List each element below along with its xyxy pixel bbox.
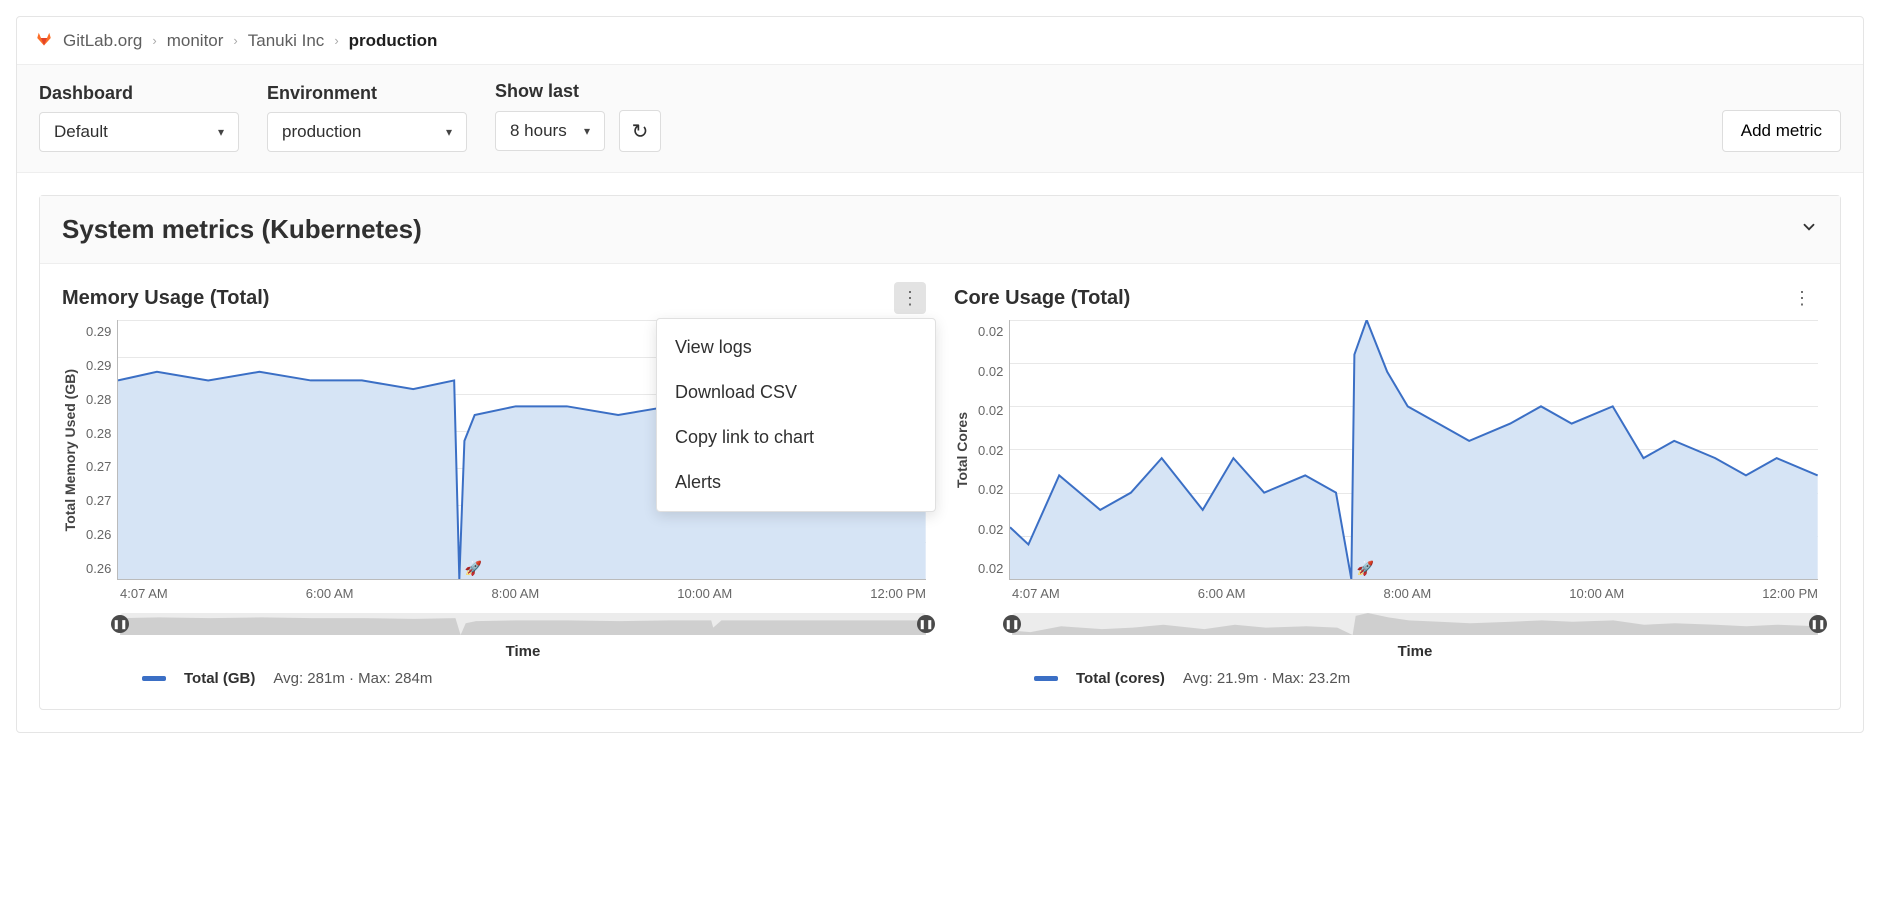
brush-handle-right[interactable]: ❚❚ — [917, 615, 935, 633]
dashboard-select[interactable]: Default ▾ — [39, 112, 239, 152]
panel-header[interactable]: System metrics (Kubernetes) — [40, 196, 1840, 264]
add-metric-button[interactable]: Add metric — [1722, 110, 1841, 152]
dashboard-select-value: Default — [54, 122, 108, 142]
showlast-select-value: 8 hours — [510, 121, 567, 141]
chart-legend: Total (GB) Avg: 281m · Max: 284m — [62, 660, 926, 687]
chevron-down-icon: ▾ — [446, 125, 452, 139]
chart-plot-area[interactable]: 🚀 — [1009, 320, 1818, 580]
x-axis-ticks: 4:07 AM6:00 AM8:00 AM10:00 AM12:00 PM — [62, 580, 926, 601]
legend-series-name: Total (GB) — [184, 670, 255, 687]
chart-title: Memory Usage (Total) — [62, 287, 269, 310]
dropdown-item[interactable]: Copy link to chart — [657, 415, 935, 460]
x-axis-label: Time — [62, 643, 926, 660]
refresh-button[interactable]: ↻ — [619, 110, 661, 152]
app-frame: GitLab.org › monitor › Tanuki Inc › prod… — [16, 16, 1864, 733]
chart-menu-button[interactable]: ⋮ — [1786, 282, 1818, 314]
breadcrumb: GitLab.org › monitor › Tanuki Inc › prod… — [17, 17, 1863, 65]
environment-select[interactable]: production ▾ — [267, 112, 467, 152]
toolbar: Dashboard Default ▾ Environment producti… — [17, 65, 1863, 173]
time-range-brush[interactable]: ❚❚❚❚ — [1012, 613, 1818, 635]
kebab-icon: ⋮ — [1793, 288, 1811, 309]
dropdown-item[interactable]: Download CSV — [657, 370, 935, 415]
legend-stats: Avg: 21.9m · Max: 23.2m — [1183, 670, 1350, 687]
chart-body: Total Cores0.020.020.020.020.020.020.02 🚀 — [954, 320, 1818, 580]
dashboard-selector-group: Dashboard Default ▾ — [39, 83, 239, 152]
dashboard-label: Dashboard — [39, 83, 239, 104]
chevron-down-icon — [1800, 218, 1818, 241]
gitlab-logo-icon — [35, 29, 53, 52]
showlast-label: Show last — [495, 81, 661, 102]
chevron-right-icon: › — [152, 33, 156, 48]
y-axis-ticks: 0.020.020.020.020.020.020.02 — [970, 320, 1009, 580]
legend-series-name: Total (cores) — [1076, 670, 1165, 687]
legend-swatch — [142, 676, 166, 681]
breadcrumb-item[interactable]: GitLab.org — [63, 31, 142, 51]
chevron-right-icon: › — [334, 33, 338, 48]
chevron-down-icon: ▾ — [218, 125, 224, 139]
chevron-right-icon: › — [233, 33, 237, 48]
panel-title: System metrics (Kubernetes) — [62, 214, 422, 245]
y-axis-label: Total Cores — [954, 412, 970, 488]
x-axis-ticks: 4:07 AM6:00 AM8:00 AM10:00 AM12:00 PM — [954, 580, 1818, 601]
brush-handle-left[interactable]: ❚❚ — [1003, 615, 1021, 633]
chart-card: Memory Usage (Total)⋮View logsDownload C… — [62, 282, 926, 687]
chart-menu-button[interactable]: ⋮ — [894, 282, 926, 314]
legend-swatch — [1034, 676, 1058, 681]
chart-card: Core Usage (Total) ⋮ Total Cores0.020.020.… — [954, 282, 1818, 687]
refresh-icon: ↻ — [632, 119, 649, 144]
environment-select-value: production — [282, 122, 361, 142]
breadcrumb-item[interactable]: monitor — [167, 31, 224, 51]
chart-title: Core Usage (Total) — [954, 287, 1130, 310]
environment-selector-group: Environment production ▾ — [267, 83, 467, 152]
breadcrumb-item-current[interactable]: production — [349, 31, 438, 51]
deploy-marker-icon: 🚀 — [1357, 560, 1374, 577]
environment-label: Environment — [267, 83, 467, 104]
y-axis-ticks: 0.290.290.280.280.270.270.260.26 — [78, 320, 117, 580]
brush-handle-right[interactable]: ❚❚ — [1809, 615, 1827, 633]
x-axis-label: Time — [954, 643, 1818, 660]
time-range-brush[interactable]: ❚❚❚❚ — [120, 613, 926, 635]
chart-menu-dropdown: View logsDownload CSVCopy link to chartA… — [656, 318, 936, 512]
showlast-select[interactable]: 8 hours ▾ — [495, 111, 605, 151]
chart-legend: Total (cores) Avg: 21.9m · Max: 23.2m — [954, 660, 1818, 687]
metrics-panel: System metrics (Kubernetes) Memory Usage… — [39, 195, 1841, 710]
deploy-marker-icon: 🚀 — [465, 560, 482, 577]
chevron-down-icon: ▾ — [584, 124, 590, 138]
y-axis-label: Total Memory Used (GB) — [62, 369, 78, 531]
dropdown-item[interactable]: Alerts — [657, 460, 935, 505]
breadcrumb-item[interactable]: Tanuki Inc — [248, 31, 325, 51]
dropdown-item[interactable]: View logs — [657, 325, 935, 370]
kebab-icon: ⋮ — [901, 288, 919, 309]
legend-stats: Avg: 281m · Max: 284m — [273, 670, 432, 687]
showlast-selector-group: Show last 8 hours ▾ ↻ — [495, 81, 661, 152]
brush-handle-left[interactable]: ❚❚ — [111, 615, 129, 633]
